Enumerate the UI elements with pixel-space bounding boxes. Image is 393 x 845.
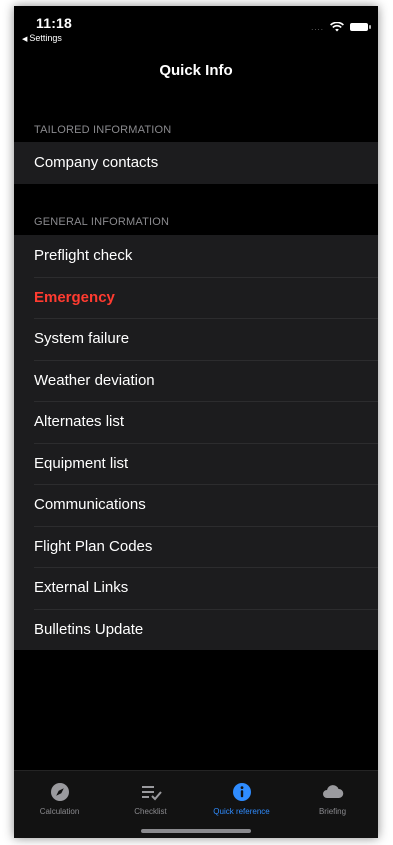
tab-briefing[interactable]: Briefing <box>287 771 378 838</box>
general-list: Preflight check Emergency System failure… <box>14 235 378 650</box>
list-item-emergency[interactable]: Emergency <box>14 276 378 319</box>
back-to-settings-label: Settings <box>29 33 62 43</box>
section-header-general: GENERAL INFORMATION <box>34 216 170 228</box>
info-icon <box>232 783 251 801</box>
status-indicators: .... <box>311 22 371 32</box>
list-item-communications[interactable]: Communications <box>14 484 378 526</box>
tab-label-checklist: Checklist <box>134 807 167 816</box>
checklist-icon <box>141 786 162 801</box>
section-header-tailored: TAILORED INFORMATION <box>34 124 172 136</box>
tab-bar: Calculation Checklist Quick reference Br… <box>14 770 378 838</box>
tab-checklist[interactable]: Checklist <box>105 771 196 838</box>
cloud-icon <box>322 785 343 798</box>
list-item-weather-deviation[interactable]: Weather deviation <box>14 359 378 402</box>
status-time: 11:18 <box>36 15 73 31</box>
signal-icon: .... <box>311 22 324 32</box>
tab-quick-reference[interactable]: Quick reference <box>196 771 287 838</box>
tab-label-calculation: Calculation <box>39 807 80 816</box>
back-to-settings-link[interactable]: ◀ Settings <box>22 33 62 43</box>
tab-label-briefing: Briefing <box>318 807 347 816</box>
list-item-system-failure[interactable]: System failure <box>14 318 378 360</box>
list-item-external-links[interactable]: External Links <box>14 567 378 609</box>
list-item-company-contacts[interactable]: Company contacts <box>14 142 378 184</box>
home-indicator[interactable] <box>141 829 251 833</box>
back-triangle-icon: ◀ <box>22 36 28 43</box>
page-title: Quick Info <box>159 62 233 79</box>
tailored-list: Company contacts <box>14 142 378 184</box>
battery-icon <box>350 23 371 31</box>
list-item-alternates-list[interactable]: Alternates list <box>14 401 378 443</box>
list-item-equipment-list[interactable]: Equipment list <box>14 442 378 485</box>
status-bar: 11:18 ◀ Settings .... <box>14 6 378 46</box>
wifi-icon <box>330 22 344 32</box>
compass-icon <box>50 783 69 801</box>
list-item-flight-plan-codes[interactable]: Flight Plan Codes <box>14 525 378 568</box>
list-item-bulletins-update[interactable]: Bulletins Update <box>14 608 378 651</box>
tab-label-quick-reference: Quick reference <box>213 807 270 816</box>
tab-calculation[interactable]: Calculation <box>14 771 105 838</box>
list-item-preflight-check[interactable]: Preflight check <box>14 235 378 277</box>
phone-screen: 11:18 ◀ Settings .... Quick Info TAILORED… <box>14 6 378 838</box>
